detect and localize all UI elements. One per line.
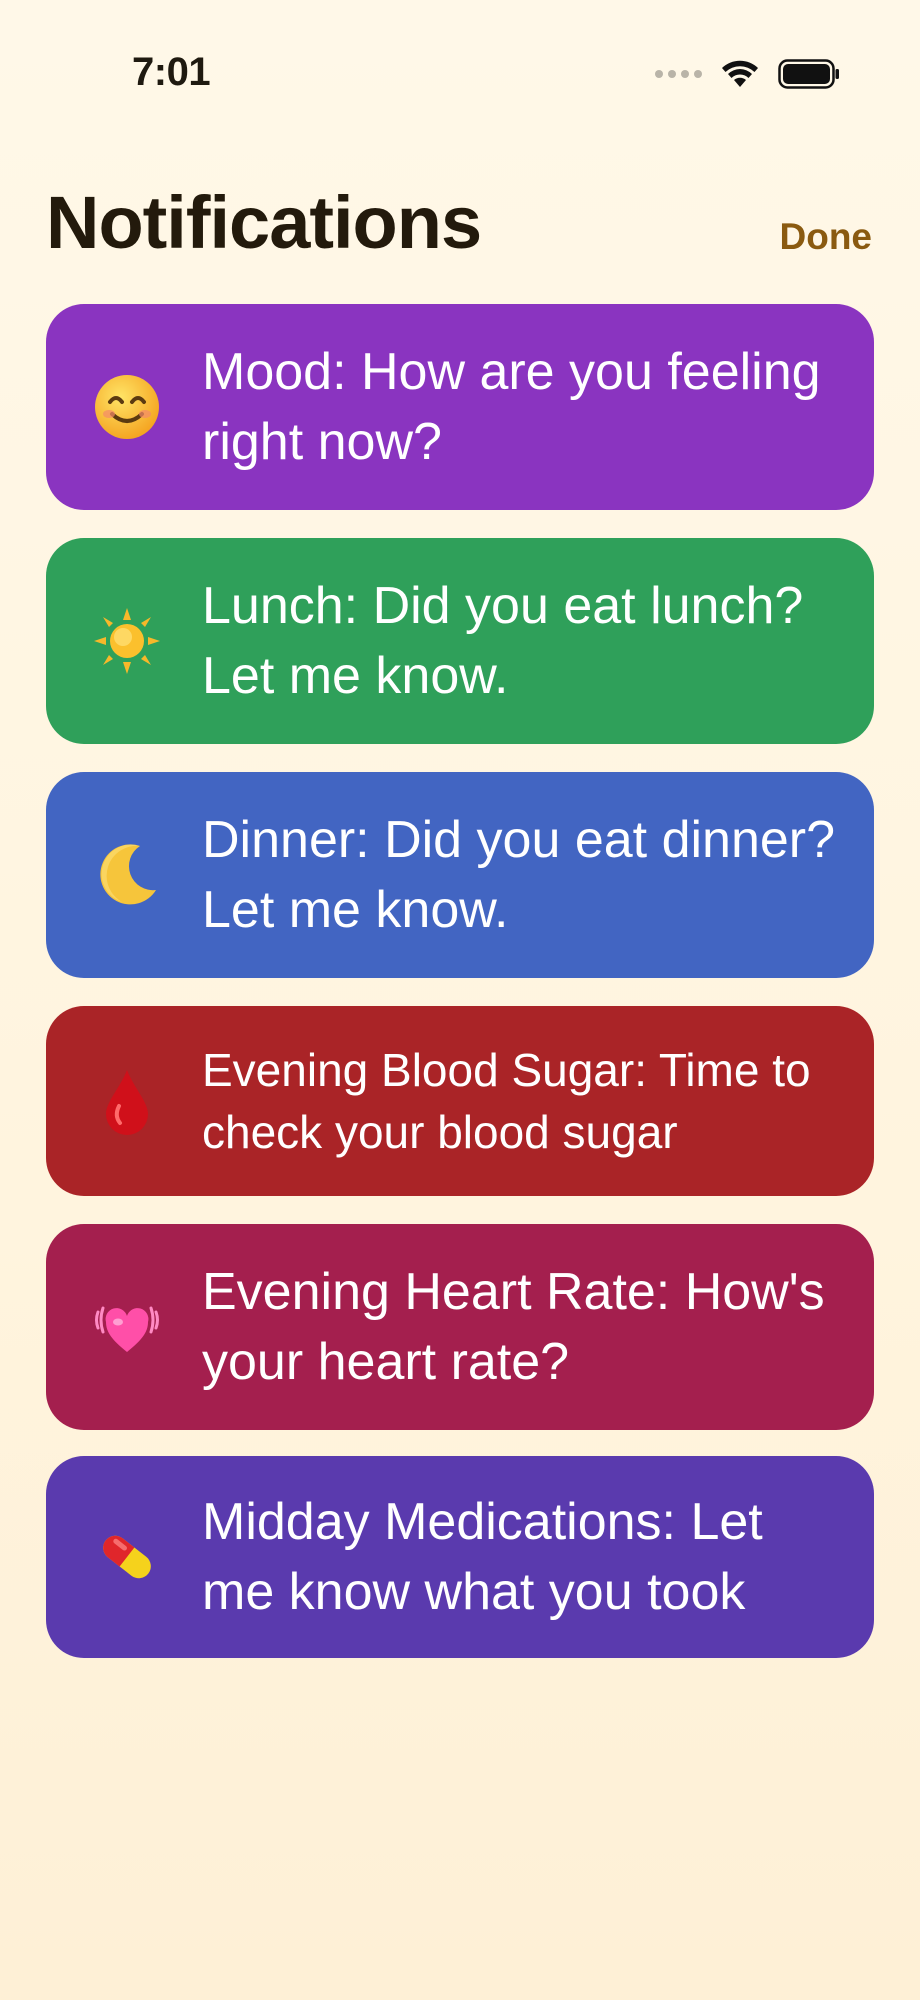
notification-card-blood-sugar[interactable]: Evening Blood Sugar: Time to check your … <box>46 1006 874 1196</box>
notification-text: Evening Heart Rate: How's your heart rat… <box>202 1263 825 1391</box>
page-title: Notifications <box>46 181 482 264</box>
status-time: 7:01 <box>132 50 211 94</box>
signal-dots-icon <box>655 70 702 78</box>
notification-text: Mood: How are you feeling right now? <box>202 343 821 471</box>
notification-card-medications[interactable]: Midday Medications: Let me know what you… <box>46 1456 874 1658</box>
beating-heart-icon <box>92 1292 162 1362</box>
notification-text: Midday Medications: Let me know what you… <box>202 1493 763 1621</box>
header: Notifications Done <box>46 180 874 270</box>
notification-card-lunch[interactable]: Lunch: Did you eat lunch? Let me know. <box>46 538 874 744</box>
done-button[interactable]: Done <box>780 216 873 258</box>
notification-card-dinner[interactable]: Dinner: Did you eat dinner? Let me know. <box>46 772 874 978</box>
blood-drop-icon <box>92 1066 162 1136</box>
sun-icon <box>92 606 162 676</box>
smiling-face-icon <box>92 372 162 442</box>
crescent-moon-icon <box>92 840 162 910</box>
pill-icon <box>92 1522 162 1592</box>
status-icons <box>655 56 840 92</box>
notification-card-mood[interactable]: Mood: How are you feeling right now? <box>46 304 874 510</box>
battery-icon <box>778 59 839 89</box>
notification-text: Lunch: Did you eat lunch? Let me know. <box>202 577 804 705</box>
notification-text: Dinner: Did you eat dinner? Let me know. <box>202 811 836 939</box>
notification-card-heart-rate[interactable]: Evening Heart Rate: How's your heart rat… <box>46 1224 874 1430</box>
notification-text: Evening Blood Sugar: Time to check your … <box>202 1044 811 1158</box>
status-bar: 7:01 <box>0 0 920 120</box>
wifi-icon <box>722 60 758 87</box>
